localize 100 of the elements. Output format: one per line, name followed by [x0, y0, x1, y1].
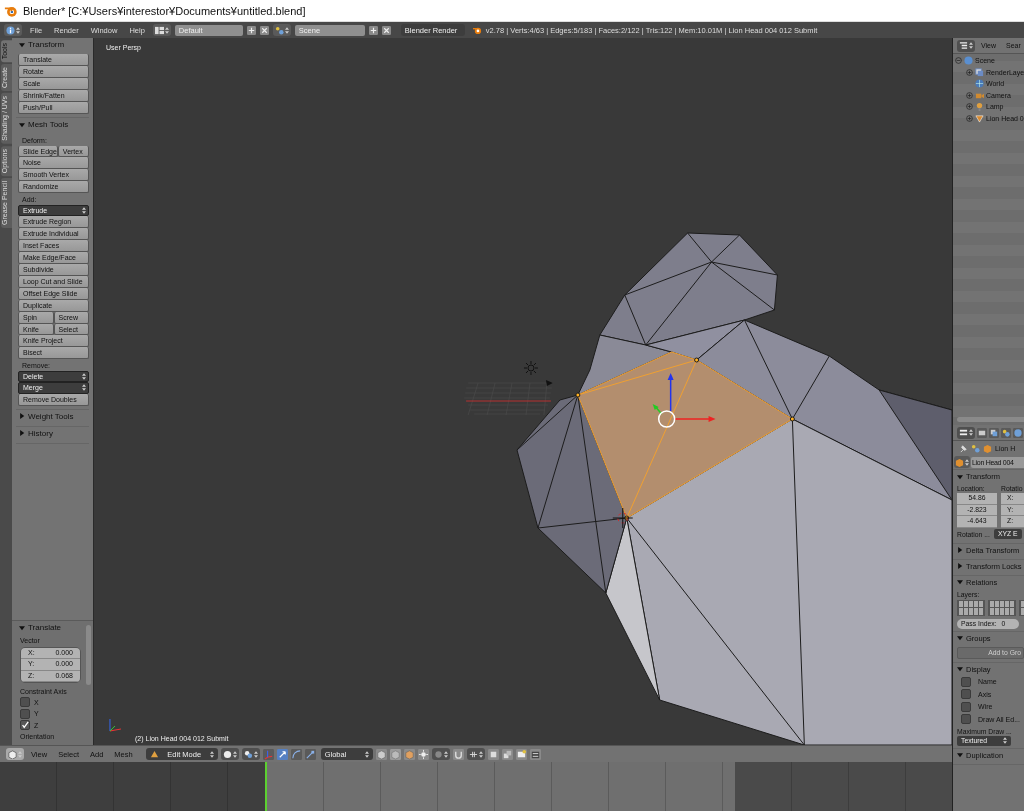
layer-grid[interactable]	[988, 599, 1016, 616]
object-type-button[interactable]	[954, 456, 970, 468]
up-down-arrows-icon	[209, 750, 214, 758]
expand-icon[interactable]	[966, 114, 973, 122]
disclosure-triangle-icon[interactable]	[957, 547, 963, 553]
render-camera-icon[interactable]	[977, 427, 987, 438]
disclosure-triangle-icon[interactable]	[957, 563, 963, 569]
expand-icon[interactable]	[966, 68, 973, 76]
panel-title[interactable]: Mesh Tools	[28, 120, 69, 129]
checkbox[interactable]	[961, 701, 971, 712]
disclosure-triangle-icon[interactable]	[19, 413, 25, 419]
globe-icon	[975, 79, 984, 89]
add-icon[interactable]	[246, 25, 256, 35]
checkbox[interactable]	[20, 708, 30, 719]
scene-selector-button[interactable]	[272, 24, 291, 36]
editor-type-button[interactable]	[957, 426, 975, 439]
rotate-arc-icon[interactable]	[290, 748, 302, 760]
lamp-icon	[523, 360, 539, 376]
disclosure-triangle-icon[interactable]	[19, 430, 25, 436]
up-down-arrows-icon	[16, 26, 20, 34]
up-down-arrows-icon	[965, 458, 969, 466]
disclosure-triangle-icon[interactable]	[957, 635, 963, 641]
checkbox[interactable]	[961, 714, 971, 725]
screen-layout-button[interactable]	[152, 24, 171, 36]
editor-type-button[interactable]	[4, 24, 22, 36]
cube-icon	[955, 457, 964, 467]
close-icon[interactable]	[259, 25, 269, 35]
properties-icon	[959, 428, 968, 437]
translate-arrow-icon[interactable]	[276, 748, 288, 760]
3d-cursor-icon	[612, 507, 634, 529]
up-down-arrows-icon	[364, 750, 369, 758]
move-gizmo-drawing[interactable]	[652, 373, 716, 428]
collapse-icon[interactable]	[955, 57, 962, 65]
checkbox[interactable]	[20, 720, 30, 731]
light-bulb-icon	[975, 102, 984, 112]
disclosure-triangle-icon[interactable]	[957, 473, 963, 480]
mesh-triangle-icon	[975, 113, 984, 123]
disclosure-triangle-icon[interactable]	[957, 579, 963, 585]
up-down-arrows-icon	[82, 384, 86, 392]
render-image-icon[interactable]	[515, 748, 527, 760]
up-down-arrows-icon	[82, 206, 86, 214]
up-down-arrows-icon	[284, 26, 289, 34]
window-title: Blender* [C:¥Users¥interestor¥Documents¥untitled.blend]	[23, 4, 306, 17]
add-icon[interactable]	[368, 25, 378, 35]
magnet-icon[interactable]	[452, 748, 464, 760]
scrollbar[interactable]	[957, 417, 1024, 422]
snap-element-button[interactable]	[466, 748, 485, 760]
cube-icon	[8, 749, 17, 759]
layout-icon	[154, 25, 164, 35]
globe-icon[interactable]	[1013, 427, 1023, 438]
shading-button[interactable]	[220, 748, 239, 760]
up-down-arrows-icon	[969, 429, 973, 436]
up-down-arrows-icon	[478, 750, 483, 758]
checkbox[interactable]	[961, 689, 971, 700]
editor-type-button[interactable]	[6, 748, 24, 760]
up-down-arrows-icon	[443, 750, 448, 758]
disclosure-triangle-icon[interactable]	[19, 624, 25, 631]
edge-select-icon[interactable]	[389, 748, 401, 760]
face-select-icon[interactable]	[403, 748, 415, 760]
proportional-editing-button[interactable]	[431, 748, 450, 760]
triangle-icon	[149, 749, 159, 759]
disclosure-triangle-icon[interactable]	[19, 41, 25, 48]
layers-icon	[975, 67, 984, 77]
scale-handle-icon[interactable]	[304, 748, 316, 760]
up-down-arrows-icon	[253, 750, 258, 758]
up-down-arrows-icon	[232, 750, 237, 758]
circle-icon	[433, 749, 443, 759]
close-icon[interactable]	[381, 25, 391, 35]
expand-icon[interactable]	[966, 103, 973, 111]
sphere-icon	[222, 749, 232, 759]
pin-icon[interactable]	[959, 443, 968, 453]
panel-title[interactable]: Translate	[28, 623, 62, 632]
checkbox[interactable]	[20, 697, 30, 708]
layers-icon[interactable]	[989, 427, 999, 438]
up-down-arrows-icon	[82, 372, 86, 380]
cube-icon	[983, 443, 992, 453]
scrollbar[interactable]	[86, 625, 91, 685]
render-animation-icon[interactable]	[529, 748, 541, 760]
snap-target-icon[interactable]	[487, 748, 499, 760]
expand-icon[interactable]	[966, 91, 973, 99]
pivot-point-button[interactable]	[241, 748, 260, 760]
blender-logo-icon	[472, 25, 482, 35]
limit-selection-icon[interactable]	[417, 748, 429, 760]
disclosure-triangle-icon[interactable]	[957, 752, 963, 758]
panel-title[interactable]: Transform	[28, 40, 65, 49]
checkbox[interactable]	[961, 676, 971, 687]
disclosure-triangle-icon[interactable]	[957, 666, 963, 672]
up-down-arrows-icon	[969, 42, 973, 49]
panel-title[interactable]: History	[28, 428, 53, 438]
panel-title[interactable]: Weight Tools	[28, 411, 74, 421]
up-down-arrows-icon	[1003, 737, 1007, 744]
up-down-arrows-icon	[164, 26, 169, 34]
pivot-icon	[243, 749, 253, 759]
axis-icon	[109, 718, 122, 732]
disclosure-triangle-icon[interactable]	[19, 121, 25, 128]
editor-type-button[interactable]	[957, 39, 975, 52]
layer-grid[interactable]	[957, 599, 985, 616]
occlusion-icon[interactable]	[501, 748, 513, 760]
vertex-select-icon[interactable]	[375, 748, 387, 760]
info-icon	[6, 25, 15, 35]
